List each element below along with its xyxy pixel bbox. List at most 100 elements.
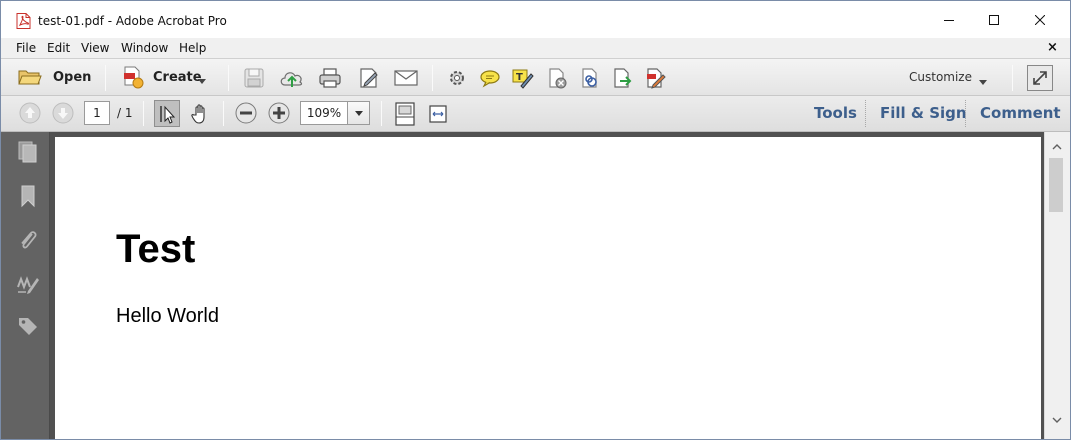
signatures-button[interactable]: [16, 272, 40, 296]
hand-icon: [191, 103, 205, 124]
upload-cloud-icon: [280, 72, 303, 87]
menu-edit[interactable]: Edit: [47, 41, 70, 55]
minimize-icon: [944, 19, 954, 21]
save-icon: [244, 68, 264, 88]
create-dropdown-icon[interactable]: [198, 73, 206, 87]
minimize-button[interactable]: [926, 1, 972, 38]
bookmarks-button[interactable]: [16, 184, 40, 208]
expand-icon: [1033, 71, 1047, 85]
close-document-button[interactable]: ×: [1047, 40, 1058, 55]
menu-file[interactable]: File: [16, 41, 36, 55]
menu-view[interactable]: View: [81, 41, 109, 55]
page-total-label: / 1: [117, 106, 133, 120]
sign-button[interactable]: [643, 65, 669, 91]
customize-dropdown-icon[interactable]: [979, 74, 987, 88]
toolbar-divider: [143, 101, 144, 126]
settings-button[interactable]: [444, 65, 470, 91]
create-button[interactable]: [119, 65, 147, 89]
page-thumbnails-button[interactable]: [16, 140, 40, 164]
fill-sign-pane-link[interactable]: Fill & Sign: [880, 104, 967, 122]
toolbar-divider: [432, 65, 433, 91]
zoom-in-button[interactable]: [267, 101, 291, 125]
open-button[interactable]: [17, 66, 43, 88]
fit-width-button[interactable]: [425, 100, 451, 127]
save-button[interactable]: [241, 65, 267, 91]
hand-tool-button[interactable]: [187, 100, 213, 127]
menu-help[interactable]: Help: [179, 41, 206, 55]
chevron-down-icon: [1052, 417, 1062, 423]
title-bar[interactable]: test-01.pdf - Adobe Acrobat Pro: [1, 1, 1070, 38]
pane-divider: [965, 100, 966, 127]
select-tool-button[interactable]: [154, 100, 180, 127]
highlight-text-icon: T: [512, 69, 534, 89]
zoom-out-button[interactable]: [234, 101, 258, 125]
print-icon: [319, 68, 341, 88]
svg-text:T: T: [516, 72, 523, 83]
tools-pane-link[interactable]: Tools: [814, 104, 857, 122]
print-button[interactable]: [317, 65, 343, 91]
attachments-icon: [21, 231, 37, 249]
previous-page-button[interactable]: [18, 101, 42, 125]
comment-bubble-icon: [480, 70, 500, 88]
document-viewport: Test Hello World: [50, 132, 1044, 439]
zoom-dropdown-button[interactable]: [348, 101, 370, 125]
zoom-out-icon: [235, 102, 257, 124]
edit-form-button[interactable]: [356, 65, 382, 91]
create-label[interactable]: Create: [153, 70, 202, 85]
toolbar-divider: [1012, 65, 1013, 91]
link-button[interactable]: [577, 65, 603, 91]
pdf-page[interactable]: Test Hello World: [55, 137, 1041, 439]
maximize-button[interactable]: [971, 1, 1017, 38]
sign-icon: [647, 68, 666, 89]
fit-width-icon: [429, 104, 447, 123]
toolbar-divider: [105, 65, 106, 91]
open-label[interactable]: Open: [53, 70, 91, 85]
select-cursor-icon: [160, 105, 176, 124]
close-icon: [1035, 14, 1045, 25]
close-window-button[interactable]: [1017, 1, 1063, 38]
acrobat-window: test-01.pdf - Adobe Acrobat Pro File Edi…: [0, 0, 1071, 440]
attachments-button[interactable]: [16, 228, 40, 252]
maximize-icon: [989, 14, 999, 25]
settings-gear-icon: [450, 71, 464, 85]
chevron-up-icon: [1052, 144, 1062, 150]
scrollbar-thumb[interactable]: [1049, 158, 1063, 212]
navigation-pane: [1, 132, 50, 439]
bookmarks-icon: [21, 185, 35, 208]
main-toolbar: Open Create T Customize: [1, 58, 1070, 96]
export-icon: [614, 68, 632, 88]
navigation-toolbar: 1 / 1 109% Tools Fill & Sign Comment: [1, 96, 1070, 132]
toolbar-divider: [381, 101, 382, 126]
export-button[interactable]: [610, 65, 636, 91]
email-icon: [394, 70, 418, 86]
upload-button[interactable]: [278, 65, 306, 91]
page-number-input[interactable]: 1: [84, 101, 110, 125]
fit-page-button[interactable]: [392, 100, 418, 127]
comment-pane-link[interactable]: Comment: [980, 104, 1061, 122]
customize-label[interactable]: Customize: [909, 70, 972, 84]
redact-icon: [549, 68, 567, 89]
pane-divider: [865, 100, 866, 127]
email-button[interactable]: [392, 65, 420, 91]
vertical-scrollbar[interactable]: [1044, 132, 1070, 439]
create-pdf-icon: [124, 66, 144, 89]
fit-page-icon: [395, 101, 415, 126]
tags-button[interactable]: [16, 314, 40, 338]
zoom-in-icon: [268, 102, 290, 124]
redact-button[interactable]: [544, 65, 570, 91]
zoom-level-input[interactable]: 109%: [300, 101, 348, 125]
document-heading: Test: [116, 227, 196, 271]
edit-form-icon: [360, 68, 378, 88]
highlight-text-button[interactable]: T: [510, 65, 536, 91]
signatures-icon: [17, 276, 39, 294]
scroll-down-button[interactable]: [1048, 413, 1066, 427]
menu-window[interactable]: Window: [121, 41, 168, 55]
scroll-up-button[interactable]: [1048, 140, 1066, 154]
next-page-button[interactable]: [51, 101, 75, 125]
arrow-up-icon: [19, 102, 41, 124]
comment-button[interactable]: [477, 65, 503, 91]
full-screen-button[interactable]: [1027, 65, 1053, 91]
link-icon: [582, 68, 597, 88]
toolbar-divider: [228, 65, 229, 91]
open-folder-icon: [18, 70, 42, 85]
